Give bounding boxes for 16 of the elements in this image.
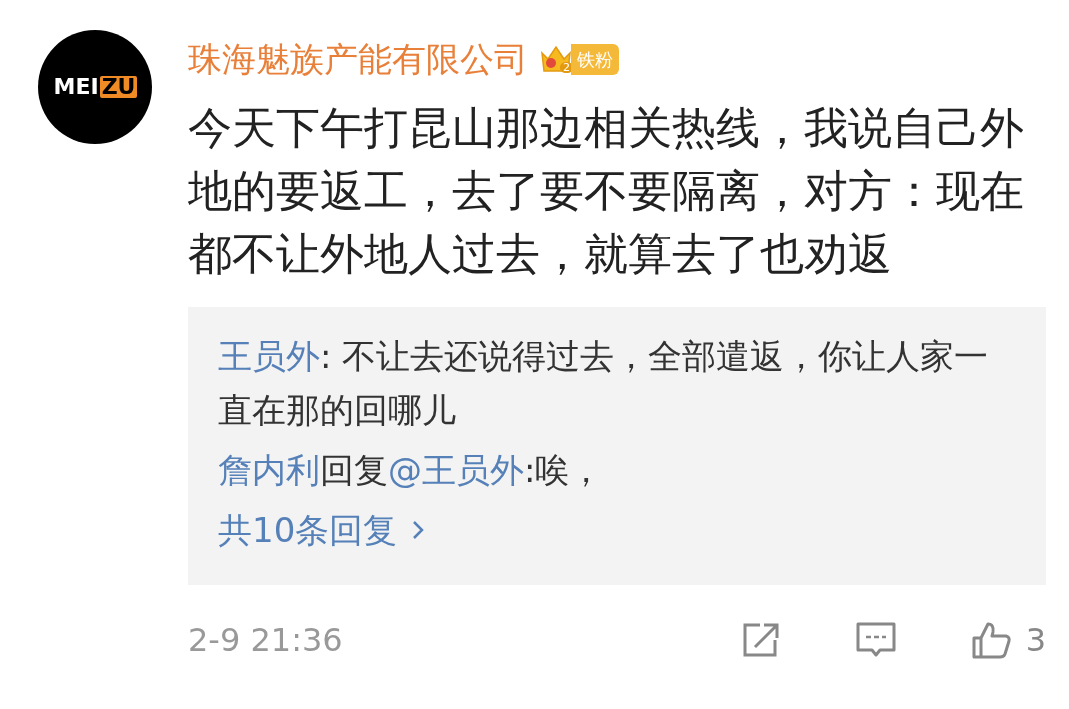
logo-text: MEI bbox=[52, 76, 100, 98]
fan-badge: 铁粉 bbox=[571, 43, 619, 75]
like-button[interactable]: 3 bbox=[969, 616, 1046, 664]
timestamp: 2-9 21:36 bbox=[188, 620, 343, 661]
reply-text: 詹内利回复@王员外:唉， bbox=[218, 449, 605, 492]
user-link[interactable]: 王员外 bbox=[218, 336, 320, 376]
mention-link[interactable]: @王员外 bbox=[388, 450, 524, 490]
user-link[interactable]: 詹内利 bbox=[218, 450, 320, 490]
reply-text: 王员外: 不让去还说得过去，全部遣返，你让人家一直在那的回哪儿 bbox=[218, 335, 990, 432]
avatar[interactable]: MEI ZU bbox=[38, 30, 152, 144]
more-replies-link[interactable]: 共10条回复 bbox=[218, 503, 1016, 557]
like-count: 3 bbox=[1025, 620, 1046, 661]
chevron-right-icon bbox=[411, 519, 426, 541]
author-name[interactable]: 珠海魅族产能有限公司 bbox=[188, 33, 528, 85]
logo-text: ZU bbox=[99, 76, 138, 98]
comment-text: 今天下午打昆山那边相关热线，我说自己外地的要返工，去了要不要隔离，对方：现在都不让外地人过去，就算去了也劝返 bbox=[188, 101, 1025, 281]
